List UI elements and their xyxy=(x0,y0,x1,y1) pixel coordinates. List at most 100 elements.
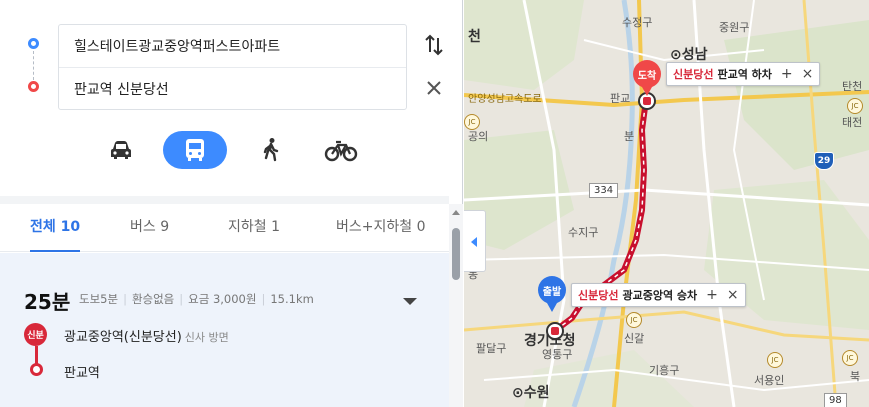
route-result-card[interactable]: 25분 도보5분 | 환승없음 | 요금 3,000원 | 15.1km 신분 광교중앙역(… xyxy=(0,253,449,407)
results-scrollbar[interactable] xyxy=(449,204,463,407)
subway-line-badge: 신분 xyxy=(24,323,47,346)
junction-icon: JC xyxy=(847,98,863,114)
destination-input[interactable]: 판교역 신분당선 xyxy=(59,67,406,109)
map-label-city: ⊙수원 xyxy=(512,385,550,401)
result-filter-tabs: 전체 10 버스 9 지하철 1 버스+지하철 0 xyxy=(0,204,449,252)
tab-subway-count: 1 xyxy=(271,219,281,235)
tab-bus-subway-label: 버스+지하철 xyxy=(336,219,413,235)
map-label-city-text: 성남 xyxy=(681,47,708,63)
close-icon[interactable]: × xyxy=(802,67,814,81)
close-icon[interactable]: × xyxy=(727,288,739,302)
bike-icon xyxy=(324,140,358,162)
mode-walk-button[interactable] xyxy=(253,131,289,169)
map-label: 서용인 xyxy=(754,374,785,387)
directions-app: 힐스테이트광교중앙역퍼스트아파트 판교역 신분당선 전체 10 버스 9 지하철… xyxy=(0,0,869,407)
dotted-connector xyxy=(33,51,34,80)
map-label: 신갈 xyxy=(624,332,645,345)
arrival-line-name: 신분당선 xyxy=(673,68,714,81)
directions-panel: 힐스테이트광교중앙역퍼스트아파트 판교역 신분당선 전체 10 버스 9 지하철… xyxy=(0,0,463,407)
origin-input[interactable]: 힐스테이트광교중앙역퍼스트아파트 xyxy=(59,25,406,67)
map-label-highway: 안양성남고속도로 xyxy=(468,94,542,105)
map-label-city-text: 수원 xyxy=(523,385,550,401)
mode-bike-button[interactable] xyxy=(321,131,361,169)
highway-shield-icon: 29 xyxy=(814,152,834,170)
map-label: 중원구 xyxy=(719,21,750,34)
map-label: 탄천 xyxy=(842,80,863,93)
mode-car-button[interactable] xyxy=(103,131,139,169)
close-icon xyxy=(427,81,441,95)
board-direction: 신사 방면 xyxy=(184,331,229,344)
clear-route-button[interactable] xyxy=(423,77,445,99)
separator: | xyxy=(123,292,127,306)
map-label: 공의 xyxy=(468,130,489,143)
tab-bus-subway[interactable]: 버스+지하철 0 xyxy=(336,204,426,251)
junction-icon: JC xyxy=(842,350,858,366)
tab-subway[interactable]: 지하철 1 xyxy=(228,204,280,251)
expand-result-icon[interactable] xyxy=(403,298,417,305)
departure-pin-label: 출발 xyxy=(542,286,562,298)
add-icon[interactable]: + xyxy=(706,288,718,302)
tab-bus[interactable]: 버스 9 xyxy=(130,204,169,251)
map-label: 기흥구 xyxy=(649,364,680,377)
add-icon[interactable]: + xyxy=(781,67,793,81)
car-icon xyxy=(111,141,131,159)
origin-dot-icon xyxy=(28,38,39,49)
junction-icon: JC xyxy=(626,312,642,328)
arrival-pin-label: 도착 xyxy=(637,70,657,82)
route-endpoint-markers xyxy=(27,38,41,94)
arrival-pin-icon[interactable]: 도착 xyxy=(633,60,661,96)
alight-stop: 판교역 xyxy=(64,366,100,381)
transport-mode-selector xyxy=(103,131,363,171)
map-label: 분 xyxy=(624,130,635,143)
junction-icon: JC xyxy=(767,352,783,368)
result-transfer: 환승없음 xyxy=(131,292,175,306)
walk-icon xyxy=(263,138,279,162)
swap-arrows-icon xyxy=(425,34,443,56)
board-stop: 광교중앙역(신분당선) 신사 방면 xyxy=(64,326,229,345)
mode-transit-button[interactable] xyxy=(163,131,227,169)
bus-icon xyxy=(186,139,204,161)
tab-bus-label: 버스 xyxy=(130,219,156,235)
map-label: 영통구 xyxy=(542,348,573,361)
map-label: 북 xyxy=(850,370,861,383)
separator: | xyxy=(179,292,184,306)
tab-all[interactable]: 전체 10 xyxy=(30,204,81,252)
result-distance: 15.1km xyxy=(270,292,314,306)
tab-subway-label: 지하철 xyxy=(228,219,267,235)
alight-stop-dot xyxy=(30,363,43,376)
map-label: 판교 xyxy=(610,92,631,105)
route-input-box: 힐스테이트광교중앙역퍼스트아파트 판교역 신분당선 xyxy=(58,24,407,110)
tab-all-count: 10 xyxy=(60,219,81,235)
junction-icon: JC xyxy=(464,114,480,130)
section-divider xyxy=(0,196,449,204)
map-label: 천 xyxy=(468,29,481,45)
route-number-badge: 98 xyxy=(824,393,847,407)
result-summary: 도보5분 | 환승없음 | 요금 3,000원 | 15.1km xyxy=(79,291,314,307)
result-walk-time: 도보5분 xyxy=(79,292,119,306)
departure-line-name: 신분당선 xyxy=(578,289,619,302)
arrival-station-callout[interactable]: 신분당선 판교역 하차 + × xyxy=(666,62,821,86)
swap-route-button[interactable] xyxy=(423,33,445,57)
board-stop-name: 광교중앙역(신분당선) xyxy=(64,330,182,345)
departure-pin-icon[interactable]: 출발 xyxy=(538,276,566,312)
departure-station-name: 광교중앙역 승차 xyxy=(622,289,698,302)
map-label-city: ⊙성남 xyxy=(670,47,708,63)
result-fare: 요금 3,000원 xyxy=(188,292,257,306)
departure-station-callout[interactable]: 신분당선 광교중앙역 승차 + × xyxy=(571,283,746,307)
departure-station-icon[interactable] xyxy=(546,322,564,340)
tab-bus-subway-count: 0 xyxy=(416,219,426,235)
scroll-thumb[interactable] xyxy=(452,228,460,280)
result-duration: 25분 xyxy=(24,290,71,314)
separator: | xyxy=(261,292,266,306)
map-label: 수지구 xyxy=(568,226,599,239)
map-label: 태전 xyxy=(842,116,863,129)
tab-all-label: 전체 xyxy=(30,219,56,235)
route-segment-line xyxy=(35,346,38,364)
map-label: 팔달구 xyxy=(476,342,507,355)
arrival-station-name: 판교역 하차 xyxy=(717,68,772,81)
destination-dot-icon xyxy=(28,81,39,92)
tab-bus-count: 9 xyxy=(160,219,170,235)
collapse-panel-button[interactable] xyxy=(464,210,486,272)
map-view[interactable]: 수정구 중원구 ⊙성남 안양성남고속도로 판교 분 수지구 경기도청 팔달구 영… xyxy=(464,0,869,407)
scroll-up-arrow-icon[interactable] xyxy=(452,210,460,215)
